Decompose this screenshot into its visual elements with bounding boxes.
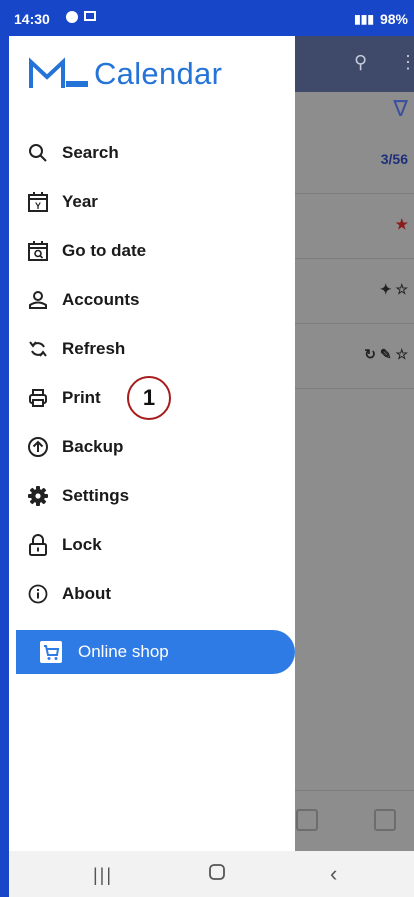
task-count: 3/56	[380, 151, 408, 167]
menu-item-go-to-date[interactable]: Go to date	[9, 226, 295, 275]
annotation-marker: 1	[127, 376, 171, 420]
print-icon	[27, 387, 49, 409]
menu-item-label: Lock	[62, 534, 102, 554]
menu-item-refresh[interactable]: Refresh	[9, 324, 295, 373]
menu-item-label: Year	[62, 191, 98, 211]
menu-item-label: Refresh	[62, 338, 126, 358]
refresh-icon	[27, 338, 49, 360]
calendar-month-icon[interactable]	[374, 809, 396, 831]
gear-icon	[27, 485, 49, 507]
menu-item-backup[interactable]: Backup	[9, 422, 295, 471]
menu-item-lock[interactable]: Lock	[9, 520, 295, 569]
screen: 14:30 ▮▮▮ 98% ⚲ ⋮ ∇ 3/56 ★ ✦ ☆ ↻ ✎ ☆ Cal…	[0, 0, 414, 897]
menu-item-label: Backup	[62, 436, 124, 456]
search-icon	[27, 142, 49, 164]
calendar-week-icon[interactable]	[296, 809, 318, 831]
menu-item-label: Go to date	[62, 240, 147, 260]
pin-star-icons[interactable]: ✦ ☆	[380, 281, 408, 298]
menu-item-about[interactable]: About	[9, 569, 295, 618]
info-icon	[27, 583, 49, 605]
menu-item-accounts[interactable]: Accounts	[9, 275, 295, 324]
shopping-cart-icon	[40, 641, 62, 663]
search-icon[interactable]: ⚲	[354, 52, 367, 73]
signal-icon: ▮▮▮	[354, 12, 374, 26]
menu-item-label: Print	[62, 387, 101, 407]
menu-item-label: About	[62, 583, 112, 603]
filter-icon[interactable]: ∇	[393, 96, 408, 122]
logo-mark-icon	[29, 57, 88, 88]
recent-apps-icon[interactable]: |||	[93, 865, 113, 886]
back-icon[interactable]: ‹	[330, 861, 337, 887]
system-navigation-bar: ||| ‹	[9, 851, 414, 897]
menu-item-label: Search	[62, 142, 119, 162]
calendar-search-icon	[27, 240, 49, 262]
menu-item-settings[interactable]: Settings	[9, 471, 295, 520]
backup-icon	[27, 436, 49, 458]
online-shop-label: Online shop	[78, 642, 169, 661]
lock-icon	[27, 533, 49, 556]
overflow-menu-icon[interactable]: ⋮	[399, 52, 414, 73]
navigation-drawer: Calendar Search Y Year Go to date Accoun…	[9, 36, 295, 851]
menu-item-label: Accounts	[62, 289, 140, 309]
status-notification-icons	[66, 11, 96, 23]
star-filled-icon[interactable]: ★	[395, 216, 408, 233]
battery-level: 98%	[379, 11, 408, 27]
repeat-attach-star-icons[interactable]: ↻ ✎ ☆	[364, 346, 408, 363]
notification-icon	[66, 11, 78, 23]
app-logo: Calendar	[28, 56, 222, 92]
status-time: 14:30	[14, 11, 50, 27]
image-icon	[84, 11, 96, 21]
menu-item-label: Settings	[62, 485, 130, 505]
calendar-year-icon: Y	[27, 191, 49, 213]
status-bar: 14:30 ▮▮▮ 98%	[0, 0, 414, 36]
menu-item-year[interactable]: Y Year	[9, 177, 295, 226]
logo-text: Calendar	[94, 56, 223, 91]
home-icon[interactable]	[208, 863, 226, 886]
person-icon	[27, 289, 49, 311]
svg-text:Y: Y	[35, 201, 41, 211]
online-shop-button[interactable]: Online shop	[16, 630, 295, 674]
status-right: ▮▮▮ 98%	[354, 11, 408, 27]
menu-item-search[interactable]: Search	[9, 128, 295, 177]
